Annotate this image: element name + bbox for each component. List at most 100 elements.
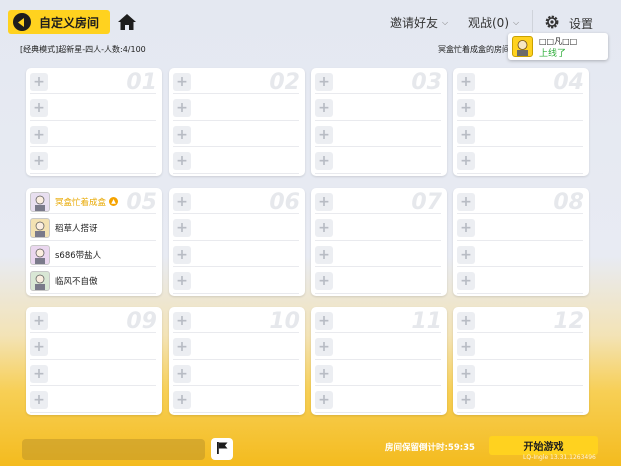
plus-icon: + bbox=[457, 391, 475, 409]
empty-slot[interactable]: + bbox=[173, 70, 299, 94]
player-slot[interactable]: 稻草人搭讶 bbox=[30, 217, 156, 241]
avatar bbox=[30, 271, 50, 291]
player-slot[interactable]: s686带盐人 bbox=[30, 243, 156, 267]
empty-slot[interactable]: + bbox=[315, 336, 441, 360]
divider bbox=[532, 10, 533, 32]
team-card-12: 12 + + + + bbox=[453, 307, 589, 415]
plus-icon: + bbox=[173, 391, 191, 409]
empty-slot[interactable]: + bbox=[457, 150, 583, 174]
empty-slot[interactable]: + bbox=[173, 190, 299, 214]
plus-icon: + bbox=[457, 272, 475, 290]
plus-icon: + bbox=[173, 99, 191, 117]
player-slot[interactable]: 冥盒忙着成盒 ▲ bbox=[30, 190, 156, 214]
empty-slot[interactable]: + bbox=[457, 217, 583, 241]
empty-slot[interactable]: + bbox=[315, 123, 441, 147]
plus-icon: + bbox=[173, 192, 191, 211]
team-card-08: 08 + + + + bbox=[453, 188, 589, 296]
empty-slot[interactable]: + bbox=[30, 309, 156, 333]
plus-icon: + bbox=[173, 125, 191, 144]
empty-slot[interactable]: + bbox=[173, 217, 299, 241]
plus-icon: + bbox=[457, 219, 475, 237]
room-info: [经典模式]超新星-四人-人数:4/100 bbox=[20, 45, 146, 54]
empty-slot[interactable]: + bbox=[457, 336, 583, 360]
plus-icon: + bbox=[315, 99, 333, 117]
avatar bbox=[30, 191, 50, 212]
plus-icon: + bbox=[457, 152, 475, 170]
plus-icon: + bbox=[315, 152, 333, 170]
empty-slot[interactable]: + bbox=[315, 362, 441, 386]
invite-friends-button[interactable]: 邀请好友 ⌵ bbox=[390, 14, 448, 31]
empty-slot[interactable]: + bbox=[30, 123, 156, 147]
empty-slot[interactable]: + bbox=[457, 97, 583, 121]
plus-icon: + bbox=[315, 125, 333, 144]
team-card-07: 07 + + + + bbox=[311, 188, 447, 296]
empty-slot[interactable]: + bbox=[315, 97, 441, 121]
empty-slot[interactable]: + bbox=[315, 190, 441, 214]
version-label: LQ-Ingle 13.31.1263496 bbox=[523, 454, 596, 461]
empty-slot[interactable]: + bbox=[315, 243, 441, 267]
gear-icon bbox=[544, 14, 560, 33]
empty-slot[interactable]: + bbox=[173, 362, 299, 386]
team-card-01: 01 + + + + bbox=[26, 68, 162, 176]
empty-slot[interactable]: + bbox=[173, 270, 299, 294]
plus-icon: + bbox=[315, 311, 333, 330]
empty-slot[interactable]: + bbox=[457, 270, 583, 294]
home-icon[interactable] bbox=[117, 12, 137, 32]
plus-icon: + bbox=[457, 125, 475, 144]
empty-slot[interactable]: + bbox=[315, 270, 441, 294]
spectate-button[interactable]: 观战(0) ⌵ bbox=[468, 14, 519, 31]
player-slot[interactable]: 临风不自傲 bbox=[30, 270, 156, 294]
plus-icon: + bbox=[30, 311, 48, 330]
empty-slot[interactable]: + bbox=[173, 123, 299, 147]
empty-slot[interactable]: + bbox=[457, 70, 583, 94]
empty-slot[interactable]: + bbox=[30, 97, 156, 121]
plus-icon: + bbox=[173, 364, 191, 383]
team-card-04: 04 + + + + bbox=[453, 68, 589, 176]
report-flag-button[interactable] bbox=[211, 438, 233, 460]
plus-icon: + bbox=[315, 219, 333, 237]
back-button[interactable]: 自定义房间 bbox=[8, 10, 110, 34]
settings-button[interactable]: 设置 bbox=[544, 14, 593, 33]
empty-slot[interactable]: + bbox=[173, 243, 299, 267]
plus-icon: + bbox=[30, 152, 48, 170]
settings-label: 设置 bbox=[569, 17, 594, 31]
avatar bbox=[30, 218, 50, 238]
chevron-down-icon: ⌵ bbox=[513, 17, 520, 27]
empty-slot[interactable]: + bbox=[30, 362, 156, 386]
empty-slot[interactable]: + bbox=[457, 123, 583, 147]
empty-slot[interactable]: + bbox=[173, 150, 299, 174]
chat-input[interactable] bbox=[22, 439, 205, 460]
empty-slot[interactable]: + bbox=[315, 389, 441, 413]
room-countdown: 房间保留倒计时:59:35 bbox=[385, 443, 475, 453]
team-card-09: 09 + + + + bbox=[26, 307, 162, 415]
plus-icon: + bbox=[315, 391, 333, 409]
empty-slot[interactable]: + bbox=[457, 362, 583, 386]
empty-slot[interactable]: + bbox=[457, 190, 583, 214]
plus-icon: + bbox=[30, 99, 48, 117]
empty-slot[interactable]: + bbox=[30, 70, 156, 94]
team-card-10: 10 + + + + bbox=[169, 307, 305, 415]
empty-slot[interactable]: + bbox=[30, 150, 156, 174]
empty-slot[interactable]: + bbox=[30, 336, 156, 360]
empty-slot[interactable]: + bbox=[457, 389, 583, 413]
plus-icon: + bbox=[173, 152, 191, 170]
player-name: 稻草人搭讶 bbox=[55, 224, 98, 234]
avatar bbox=[30, 244, 50, 265]
team-card-05: 05 冥盒忙着成盒 ▲ 稻草人搭讶 s686带盐人 临风不自傲 bbox=[26, 188, 162, 296]
empty-slot[interactable]: + bbox=[30, 389, 156, 413]
empty-slot[interactable]: + bbox=[173, 389, 299, 413]
empty-slot[interactable]: + bbox=[173, 97, 299, 121]
empty-slot[interactable]: + bbox=[315, 217, 441, 241]
empty-slot[interactable]: + bbox=[173, 309, 299, 333]
flag-icon bbox=[215, 440, 229, 459]
start-game-button[interactable]: 开始游戏 bbox=[489, 436, 598, 455]
empty-slot[interactable]: + bbox=[457, 243, 583, 267]
empty-slot[interactable]: + bbox=[173, 336, 299, 360]
plus-icon: + bbox=[315, 72, 333, 91]
team-card-03: 03 + + + + bbox=[311, 68, 447, 176]
plus-icon: + bbox=[457, 338, 475, 356]
empty-slot[interactable]: + bbox=[457, 309, 583, 333]
empty-slot[interactable]: + bbox=[315, 70, 441, 94]
empty-slot[interactable]: + bbox=[315, 309, 441, 333]
empty-slot[interactable]: + bbox=[315, 150, 441, 174]
